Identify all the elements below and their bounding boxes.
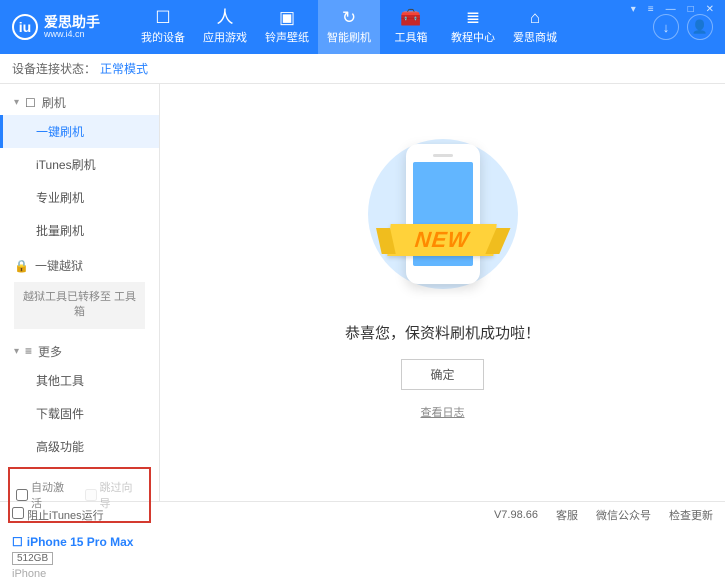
version-text: V7.98.66	[494, 509, 538, 521]
window-close-icon[interactable]: ✕	[703, 4, 717, 15]
nav-label: 应用游戏	[203, 29, 247, 45]
sidebar-section-flash[interactable]: ▾ ☐ 刷机	[0, 84, 159, 115]
jailbreak-moved-note: 越狱工具已转移至 工具箱	[14, 282, 145, 329]
sidebar-section-more[interactable]: ▾ ≡ 更多	[0, 333, 159, 364]
download-button[interactable]: ↓	[653, 14, 679, 40]
sidebar: ▾ ☐ 刷机 一键刷机 iTunes刷机 专业刷机 批量刷机 🔒 一键越狱 越狱工具已…	[0, 84, 160, 501]
app-header: iu 爱思助手 www.i4.cn ☐ 我的设备 人应用游戏 ▣ 铃声壁纸 ↻ 智能刷…	[0, 0, 725, 54]
nav-apps-games[interactable]: 人应用游戏	[194, 0, 256, 54]
sidebar-item-pro-flash[interactable]: 专业刷机	[0, 181, 159, 214]
device-name-text: iPhone 15 Pro Max	[27, 535, 134, 549]
check-update-link[interactable]: 检查更新	[669, 507, 713, 523]
sidebar-item-oneclick-flash[interactable]: 一键刷机	[0, 115, 159, 148]
section-label: 一键越狱	[35, 257, 83, 274]
device-icon: ☐	[155, 9, 170, 26]
section-label: 更多	[38, 343, 62, 360]
sidebar-item-download-firmware[interactable]: 下载固件	[0, 397, 159, 430]
nav-toolbox[interactable]: 🧰 工具箱	[380, 0, 442, 54]
status-bar: 设备连接状态： 正常模式	[0, 54, 725, 84]
logo-icon: iu	[12, 14, 38, 40]
main-content: NEW 恭喜您，保资料刷机成功啦！ 确定 查看日志	[160, 84, 725, 501]
device-name[interactable]: ☐ iPhone 15 Pro Max	[12, 535, 147, 549]
window-maximize-icon[interactable]: □	[685, 4, 697, 15]
view-log-link[interactable]: 查看日志	[421, 404, 465, 420]
window-menu-icon[interactable]: ≡	[645, 4, 657, 15]
chevron-down-icon: ▾	[14, 97, 19, 108]
flash-section-icon: ☐	[25, 96, 36, 110]
app-title: 爱思助手	[44, 15, 100, 29]
checkbox-label: 自动激活	[31, 479, 75, 511]
success-illustration: NEW	[358, 124, 528, 304]
top-nav: ☐ 我的设备 人应用游戏 ▣ 铃声壁纸 ↻ 智能刷机 🧰 工具箱 ≣ 教程中心 ⌂ 爱思商城	[132, 0, 653, 54]
status-mode: 正常模式	[100, 60, 148, 77]
sidebar-item-advanced[interactable]: 高级功能	[0, 430, 159, 463]
tutorial-icon: ≣	[466, 9, 480, 26]
flash-icon: ↻	[342, 9, 356, 26]
apps-icon: 人	[217, 9, 234, 26]
nav-store[interactable]: ⌂ 爱思商城	[504, 0, 566, 54]
status-label: 设备连接状态：	[12, 60, 96, 77]
new-ribbon: NEW	[388, 224, 498, 256]
app-logo: iu 爱思助手 www.i4.cn	[12, 14, 132, 40]
success-message: 恭喜您，保资料刷机成功啦！	[345, 322, 540, 343]
lock-icon: 🔒	[14, 259, 29, 273]
checkbox-label: 跳过向导	[100, 479, 144, 511]
phone-illustration-icon	[406, 144, 480, 284]
skip-guide-checkbox: 跳过向导	[85, 479, 144, 511]
sidebar-section-jailbreak: 🔒 一键越狱	[0, 247, 159, 278]
nav-label: 智能刷机	[327, 29, 371, 45]
nav-ringtones[interactable]: ▣ 铃声壁纸	[256, 0, 318, 54]
window-minimize-icon[interactable]: —	[663, 4, 679, 15]
wechat-link[interactable]: 微信公众号	[596, 507, 651, 523]
nav-label: 工具箱	[395, 29, 428, 45]
store-icon: ⌂	[530, 9, 540, 26]
sidebar-item-other-tools[interactable]: 其他工具	[0, 364, 159, 397]
nav-tutorials[interactable]: ≣ 教程中心	[442, 0, 504, 54]
nav-label: 爱思商城	[513, 29, 557, 45]
flash-options-box: 自动激活 跳过向导	[8, 467, 151, 523]
more-section-icon: ≡	[25, 344, 32, 358]
nav-label: 我的设备	[141, 29, 185, 45]
auto-activate-checkbox[interactable]: 自动激活	[16, 479, 75, 511]
user-button[interactable]: 👤	[687, 14, 713, 40]
sidebar-item-itunes-flash[interactable]: iTunes刷机	[0, 148, 159, 181]
ringtone-icon: ▣	[279, 9, 295, 26]
chevron-down-icon: ▾	[14, 346, 19, 357]
nav-label: 教程中心	[451, 29, 495, 45]
nav-smart-flash[interactable]: ↻ 智能刷机	[318, 0, 380, 54]
app-url: www.i4.cn	[44, 29, 100, 40]
ok-button[interactable]: 确定	[401, 359, 483, 390]
window-dropdown-icon[interactable]: ▾	[628, 4, 639, 15]
device-info: ☐ iPhone 15 Pro Max 512GB iPhone	[0, 527, 159, 588]
nav-my-device[interactable]: ☐ 我的设备	[132, 0, 194, 54]
phone-icon: ☐	[12, 535, 23, 549]
device-storage: 512GB	[12, 552, 53, 565]
device-type: iPhone	[12, 568, 147, 580]
support-link[interactable]: 客服	[556, 507, 578, 523]
toolbox-icon: 🧰	[400, 9, 421, 26]
section-label: 刷机	[42, 94, 66, 111]
nav-label: 铃声壁纸	[265, 29, 309, 45]
sidebar-item-batch-flash[interactable]: 批量刷机	[0, 214, 159, 247]
